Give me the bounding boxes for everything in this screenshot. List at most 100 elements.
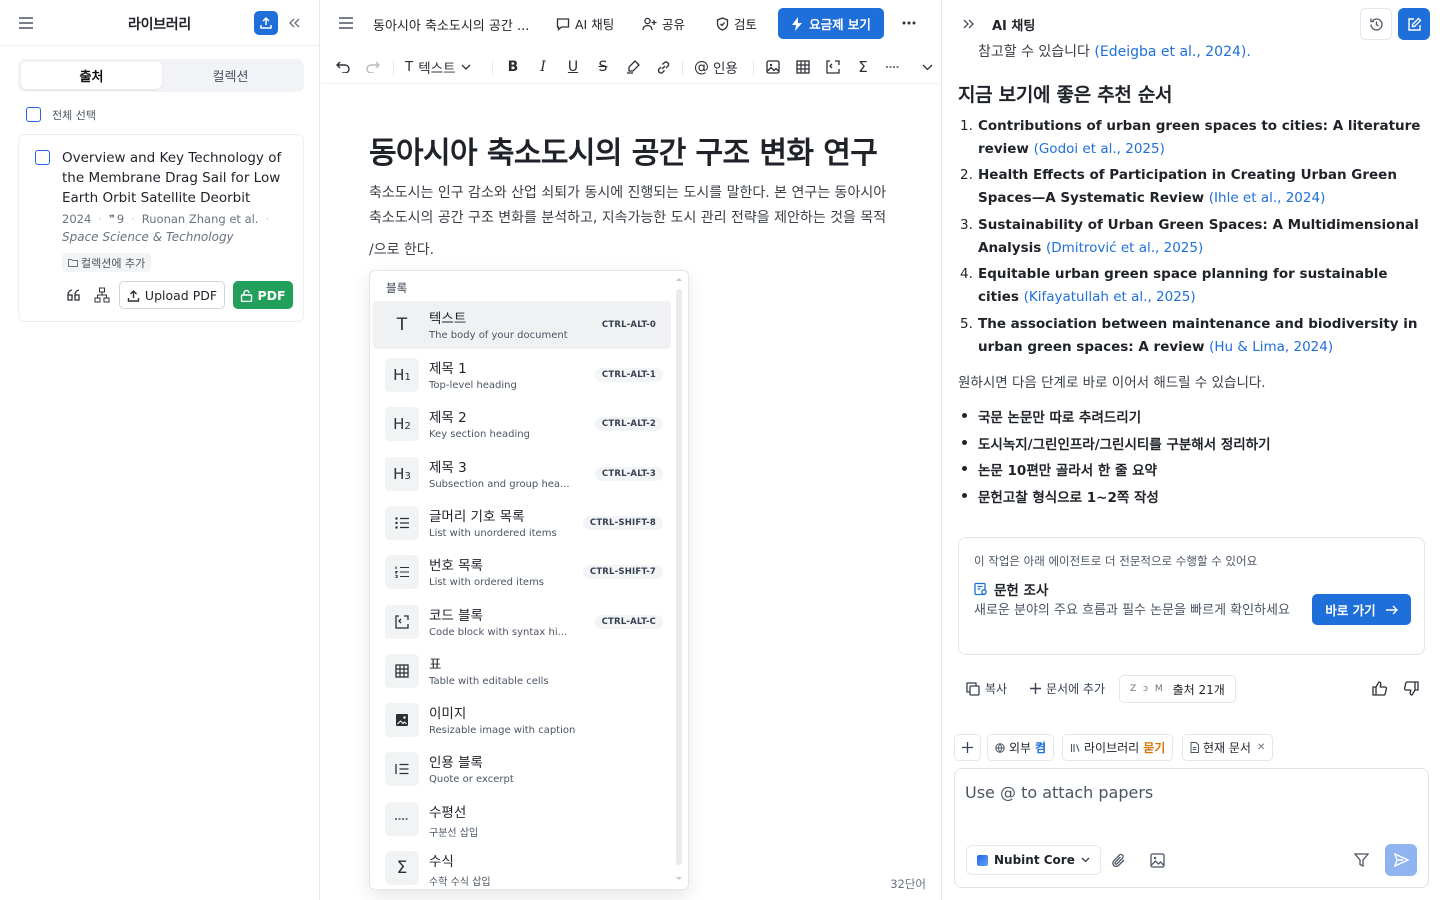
share-button[interactable]: 공유 — [642, 14, 685, 33]
go-to-agent-button[interactable]: 바로 가기 — [1312, 594, 1411, 625]
scroll-up-arrow-icon[interactable] — [676, 277, 682, 283]
heading-2-icon: H2 — [385, 407, 419, 441]
citation-link[interactable]: (Edeigba et al., 2024). — [1094, 44, 1250, 60]
expand-panel-icon[interactable] — [960, 15, 978, 33]
external-search-toggle[interactable]: 외부 켬 — [987, 734, 1055, 761]
add-to-collection-button[interactable]: 컬렉션에 추가 — [62, 253, 152, 272]
block-menu-item-label: 코드 블록 — [429, 608, 483, 624]
citation-link[interactable]: (Hu & Lima, 2024) — [1209, 339, 1333, 355]
add-to-document-button[interactable]: 문서에 추가 — [1030, 680, 1105, 697]
send-icon[interactable] — [1385, 844, 1417, 876]
image-icon[interactable] — [764, 56, 782, 78]
network-graph-icon[interactable] — [93, 286, 111, 304]
collapse-left-icon[interactable] — [285, 14, 303, 32]
redo-icon[interactable] — [364, 56, 382, 78]
strikethrough-icon[interactable]: S — [594, 56, 612, 78]
cite-quote-icon[interactable] — [65, 286, 83, 304]
thumbs-down-icon[interactable] — [1403, 681, 1419, 696]
block-menu-item-label: 번호 목록 — [429, 558, 483, 574]
chat-message-area[interactable]: 참고할 수 있습니다 (Edeigba et al., 2024). 지금 보기… — [942, 44, 1440, 719]
scroll-down-arrow-icon[interactable] — [676, 877, 682, 883]
highlight-icon[interactable] — [624, 56, 642, 78]
thumbs-up-icon[interactable] — [1372, 681, 1388, 696]
block-menu-item-description: List with ordered items — [429, 577, 544, 588]
block-menu-scrollbar[interactable] — [676, 289, 682, 865]
copy-button[interactable]: 복사 — [966, 680, 1007, 697]
model-selector[interactable]: Nubint Core — [966, 845, 1101, 875]
text-style-dropdown[interactable]: T 텍스트 — [405, 56, 471, 78]
add-context-button[interactable] — [954, 734, 981, 761]
chat-input[interactable] — [965, 783, 1415, 802]
open-pdf-button[interactable]: PDF — [233, 281, 293, 309]
paper-card[interactable]: Overview and Key Technology of the Membr… — [18, 134, 304, 322]
block-menu-item-label: 표 — [429, 657, 442, 673]
select-all-checkbox[interactable] — [26, 107, 41, 122]
table-icon[interactable] — [794, 56, 812, 78]
code-block-icon[interactable] — [824, 56, 842, 78]
block-menu-item-description: Code block with syntax hi... — [429, 627, 568, 638]
block-menu-item-label: 텍스트 — [429, 311, 467, 327]
bold-icon[interactable]: B — [504, 56, 522, 78]
close-icon[interactable]: ✕ — [1257, 742, 1265, 753]
at-icon: @ — [694, 58, 709, 76]
citation-link[interactable]: (Kifayatullah et al., 2025) — [1024, 289, 1196, 305]
menu-icon[interactable] — [337, 14, 355, 32]
more-options-icon[interactable] — [899, 14, 919, 32]
document-body[interactable]: 축소도시는 인구 감소와 산업 쇠퇴가 동시에 진행되는 도시를 말한다. 본 … — [369, 181, 921, 231]
citation-link[interactable]: (Godoi et al., 2025) — [1034, 141, 1165, 157]
tab-sources[interactable]: 출처 — [21, 62, 162, 89]
block-menu-item[interactable]: Σ 수식 수학 수식 삽입 — [373, 844, 671, 889]
cite-button[interactable]: @ 인용 — [694, 56, 738, 78]
sources-button[interactable]: Z ↄ M 출처 21개 — [1119, 675, 1236, 703]
recommendation-item[interactable]: 4. Equitable urban green space planning f… — [960, 263, 1426, 308]
undo-icon[interactable] — [334, 56, 352, 78]
library-tabs: 출처 컬렉션 — [18, 59, 304, 92]
sigma-icon[interactable]: Σ — [854, 56, 872, 78]
filter-icon[interactable] — [1352, 851, 1370, 869]
upgrade-plan-button[interactable]: 요금제 보기 — [778, 8, 884, 39]
paper-title[interactable]: Overview and Key Technology of the Membr… — [62, 148, 294, 208]
citation-link[interactable]: (Ihle et al., 2024) — [1209, 190, 1326, 206]
paper-checkbox[interactable] — [35, 150, 50, 165]
block-menu-item[interactable]: 번호 목록 List with ordered items CTRL-SHIFT-7 — [373, 548, 671, 596]
block-menu-item[interactable]: 수평선 구분선 삽입 — [373, 795, 671, 843]
block-menu-item[interactable]: T 텍스트 The body of your document CTRL-ALT-0 — [373, 301, 671, 349]
recommendation-item[interactable]: 2. Health Effects of Participation in Cre… — [960, 164, 1426, 209]
document-tab-title[interactable]: 동아시아 축소도시의 공간 ... — [373, 15, 529, 34]
italic-icon[interactable]: I — [534, 56, 552, 78]
block-menu-item[interactable]: H 1 제목 1 Top-level heading CTRL-ALT-1 — [373, 351, 671, 399]
ai-chat-button[interactable]: AI 채팅 — [556, 14, 614, 33]
keyboard-shortcut-badge: CTRL-ALT-1 — [594, 368, 663, 382]
citation-link[interactable]: (Dmitrović et al., 2025) — [1046, 240, 1203, 256]
document-heading[interactable]: 동아시아 축소도시의 공간 구조 변화 연구 — [369, 128, 878, 172]
block-menu-item-description: 구분선 삽입 — [429, 828, 479, 839]
chevron-down-icon[interactable] — [918, 56, 936, 78]
block-menu-item-label: 제목 2 — [429, 410, 467, 426]
recommendation-item[interactable]: 1. Contributions of urban green spaces to… — [960, 115, 1426, 160]
history-icon[interactable] — [1360, 8, 1392, 40]
document-body-continued[interactable]: /으로 한다. — [369, 238, 434, 263]
new-chat-icon[interactable] — [1398, 8, 1430, 40]
plus-icon — [1030, 683, 1041, 694]
tab-collections[interactable]: 컬렉션 — [160, 62, 301, 89]
recommendation-item[interactable]: 3. Sustainability of Urban Green Spaces: … — [960, 214, 1426, 259]
link-icon[interactable] — [654, 56, 672, 78]
review-button[interactable]: 검토 — [716, 14, 757, 33]
library-context-toggle[interactable]: 라이브러리 묻기 — [1062, 734, 1174, 761]
block-menu-item-description: Quote or excerpt — [429, 774, 514, 785]
image-upload-icon[interactable] — [1148, 851, 1166, 869]
attach-icon[interactable] — [1110, 851, 1128, 869]
current-document-chip[interactable]: 현재 문서 ✕ — [1182, 734, 1274, 761]
block-menu-item[interactable]: 이미지 Resizable image with caption — [373, 696, 671, 744]
divider-icon[interactable] — [884, 56, 902, 78]
block-menu-item[interactable]: 표 Table with editable cells — [373, 647, 671, 695]
block-menu-item[interactable]: 코드 블록 Code block with syntax hi... CTRL-AL… — [373, 598, 671, 646]
block-menu-item[interactable]: 글머리 기호 목록 List with unordered items CTRL-S… — [373, 499, 671, 547]
underline-icon[interactable]: U — [564, 56, 582, 78]
block-menu-item[interactable]: 인용 블록 Quote or excerpt — [373, 745, 671, 793]
block-menu-item[interactable]: H 3 제목 3 Subsection and group hea... CTRL-AL… — [373, 450, 671, 498]
upload-icon[interactable] — [254, 11, 278, 35]
upload-pdf-button[interactable]: Upload PDF — [119, 281, 225, 309]
recommendation-item[interactable]: 5. The association between maintenance an… — [960, 313, 1426, 358]
block-menu-item[interactable]: H 2 제목 2 Key section heading CTRL-ALT-2 — [373, 400, 671, 448]
